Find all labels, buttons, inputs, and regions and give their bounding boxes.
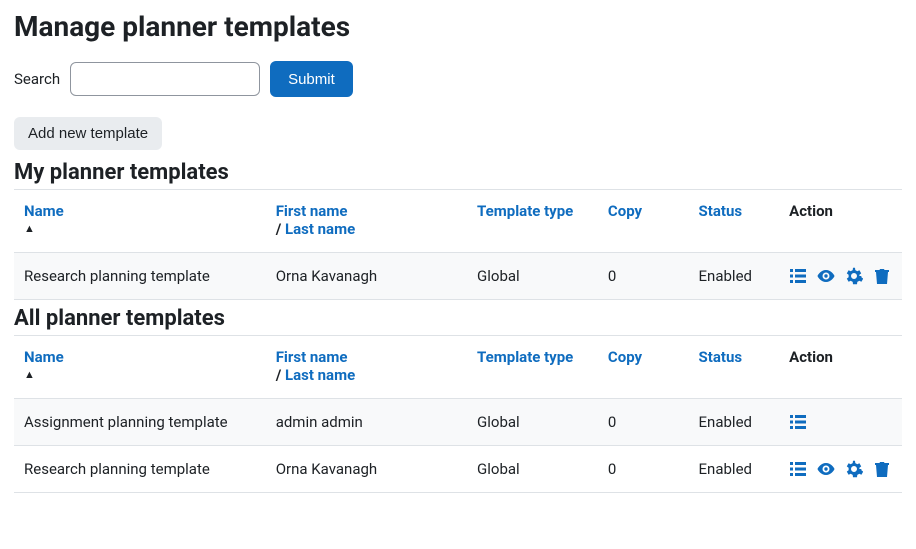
table-row: Research planning templateOrna KavanaghG… <box>14 446 902 493</box>
cell-status: Enabled <box>689 446 780 493</box>
gear-icon[interactable] <box>845 267 863 285</box>
cell-status: Enabled <box>689 399 780 446</box>
page-title: Manage planner templates <box>14 10 902 43</box>
list-icon[interactable] <box>789 413 807 431</box>
col-header-name[interactable]: Name <box>24 202 64 220</box>
name-separator: / <box>276 220 282 238</box>
col-header-firstname[interactable]: First name <box>276 202 348 220</box>
col-header-lastname[interactable]: Last name <box>285 220 355 238</box>
search-label: Search <box>14 70 60 88</box>
sort-asc-icon[interactable]: ▲ <box>24 222 256 235</box>
eye-icon[interactable] <box>817 267 835 285</box>
col-header-copy[interactable]: Copy <box>608 348 642 366</box>
table-row: Research planning templateOrna KavanaghG… <box>14 253 902 300</box>
col-header-status[interactable]: Status <box>699 202 743 220</box>
name-separator: / <box>276 366 282 384</box>
search-form: Search Submit <box>14 61 902 97</box>
cell-status: Enabled <box>689 253 780 300</box>
cell-type: Global <box>467 399 598 446</box>
cell-name: Research planning template <box>14 446 266 493</box>
col-header-action: Action <box>789 202 833 220</box>
eye-icon[interactable] <box>817 460 835 478</box>
all-templates-heading: All planner templates <box>14 306 902 331</box>
row-actions <box>789 267 892 285</box>
cell-name: Research planning template <box>14 253 266 300</box>
trash-icon[interactable] <box>873 267 891 285</box>
all-templates-table: Name ▲ First name / Last name Template t… <box>14 335 902 493</box>
cell-copy: 0 <box>598 253 689 300</box>
col-header-lastname[interactable]: Last name <box>285 366 355 384</box>
cell-copy: 0 <box>598 399 689 446</box>
col-header-templatetype[interactable]: Template type <box>477 202 573 220</box>
row-actions <box>789 460 892 478</box>
col-header-copy[interactable]: Copy <box>608 202 642 220</box>
cell-type: Global <box>467 446 598 493</box>
col-header-status[interactable]: Status <box>699 348 743 366</box>
my-templates-table: Name ▲ First name / Last name Template t… <box>14 189 902 300</box>
cell-owner: Orna Kavanagh <box>266 446 467 493</box>
col-header-templatetype[interactable]: Template type <box>477 348 573 366</box>
gear-icon[interactable] <box>845 460 863 478</box>
table-row: Assignment planning templateadmin adminG… <box>14 399 902 446</box>
search-input[interactable] <box>70 62 260 96</box>
cell-copy: 0 <box>598 446 689 493</box>
col-header-name[interactable]: Name <box>24 348 64 366</box>
cell-type: Global <box>467 253 598 300</box>
col-header-firstname[interactable]: First name <box>276 348 348 366</box>
add-template-button[interactable]: Add new template <box>14 117 162 150</box>
trash-icon[interactable] <box>873 460 891 478</box>
list-icon[interactable] <box>789 267 807 285</box>
list-icon[interactable] <box>789 460 807 478</box>
cell-name: Assignment planning template <box>14 399 266 446</box>
my-templates-heading: My planner templates <box>14 160 902 185</box>
cell-owner: admin admin <box>266 399 467 446</box>
col-header-action: Action <box>789 348 833 366</box>
submit-button[interactable]: Submit <box>270 61 353 97</box>
row-actions <box>789 413 892 431</box>
sort-asc-icon[interactable]: ▲ <box>24 368 256 381</box>
cell-owner: Orna Kavanagh <box>266 253 467 300</box>
